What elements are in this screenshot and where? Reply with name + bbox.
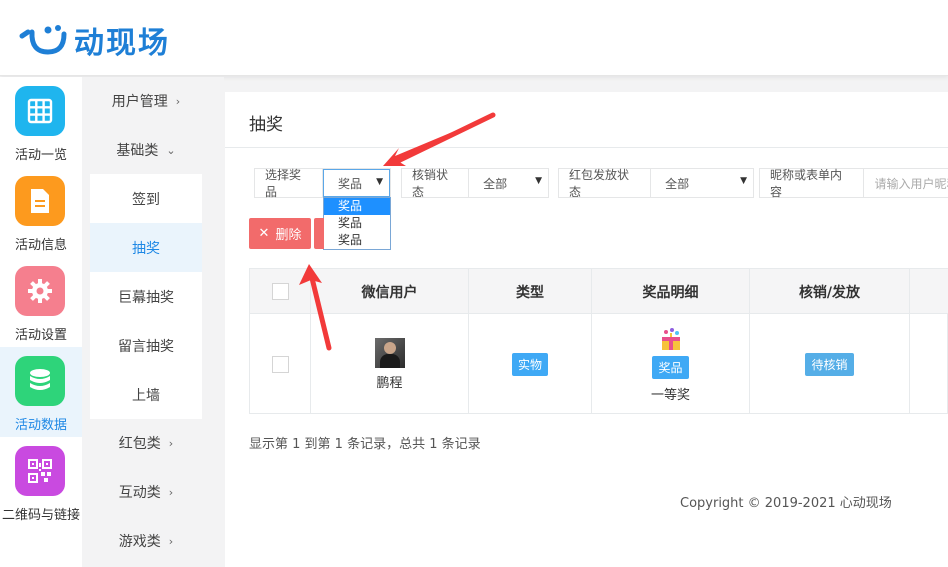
chevron-right-icon: › <box>175 94 181 108</box>
sub-item-user-mgmt[interactable]: 用户管理 › <box>90 77 202 125</box>
chevron-right-icon: › <box>168 436 174 450</box>
search-filter-label: 昵称或表单内容 <box>760 168 865 199</box>
divider <box>210 77 224 567</box>
prize-badge: 奖品 <box>652 355 689 379</box>
divider <box>225 147 948 148</box>
chevron-right-icon: › <box>168 485 174 499</box>
row-select-cell <box>250 314 311 414</box>
status-cell: 待核销 <box>750 314 910 414</box>
dropdown-option[interactable]: 奖品 <box>324 215 390 232</box>
nav-label: 活动设置 <box>14 328 67 343</box>
nav-item-activity-list[interactable]: 活动一览 <box>0 77 82 167</box>
user-name: 鹏程 <box>376 375 403 391</box>
column-header[interactable]: 奖品明细 <box>592 269 750 314</box>
sub-child-wall[interactable]: 上墙 <box>90 370 202 419</box>
sub-child-checkin[interactable]: 签到 <box>90 174 202 223</box>
user-cell: 鹏程 <box>311 314 469 414</box>
action-cell <box>910 314 948 414</box>
database-icon <box>15 356 65 406</box>
sub-item-label: 基础类 <box>116 143 159 159</box>
type-cell: 实物 <box>469 314 592 414</box>
left-nav: 活动一览 活动信息 活动设置 活动数据 二维码与链接 <box>0 77 82 567</box>
prize-select-value: 奖品 <box>337 176 362 191</box>
column-header <box>910 269 948 314</box>
redpacket-select-value: 全部 <box>665 176 690 191</box>
column-header[interactable]: 微信用户 <box>311 269 469 314</box>
sub-item-basic[interactable]: 基础类 ⌄ <box>90 126 202 174</box>
chevron-right-icon: › <box>168 534 174 548</box>
copyright: Copyright © 2019-2021 心动现场 <box>680 496 892 511</box>
sub-item-game[interactable]: 游戏类 › <box>90 517 202 565</box>
redpacket-select[interactable]: 全部 ▼ <box>651 169 753 197</box>
sub-item-label: 互动类 <box>118 485 161 501</box>
search-filter: 昵称或表单内容 请输入用户昵称 <box>759 168 948 199</box>
nav-label: 活动数据 <box>14 418 67 433</box>
sub-child-message-lottery[interactable]: 留言抽奖 <box>90 321 202 370</box>
logo[interactable]: 动现场 <box>18 18 170 62</box>
dropdown-option[interactable]: 奖品 <box>324 198 390 215</box>
avatar <box>374 337 405 368</box>
verify-filter-label: 核销状态 <box>402 168 470 199</box>
caret-down-icon: ▼ <box>740 176 747 186</box>
column-header[interactable]: 核销/发放 <box>750 269 910 314</box>
qrcode-icon <box>15 446 65 496</box>
row-checkbox[interactable] <box>271 355 289 373</box>
verify-filter: 核销状态 全部 ▼ <box>401 168 549 199</box>
prize-select[interactable]: 奖品 ▼ <box>322 169 390 197</box>
brand-name: 动现场 <box>74 26 170 61</box>
sub-item-label: 用户管理 <box>111 94 168 110</box>
chevron-down-icon: ⌄ <box>166 143 176 157</box>
search-input[interactable]: 请输入用户昵称 <box>864 169 948 197</box>
pagination-summary: 显示第 1 到第 1 条记录，总共 1 条记录 <box>249 437 481 452</box>
page-title: 抽奖 <box>249 115 283 135</box>
sub-nav: 用户管理 › 基础类 ⌄ 签到 抽奖 巨幕抽奖 留言抽奖 上墙 红包类 › 互动类 › … <box>82 77 210 567</box>
nav-item-activity-info[interactable]: 活动信息 <box>0 167 82 257</box>
main-panel: 抽奖 选择奖品 奖品 ▼ 奖品 奖品 奖品 核销状态 全部 ▼ 红包发放状态 全… <box>225 92 948 567</box>
nav-label: 二维码与链接 <box>1 508 80 523</box>
nav-item-qrcode-links[interactable]: 二维码与链接 <box>0 437 82 527</box>
caret-down-icon: ▼ <box>535 176 542 186</box>
sub-item-redpacket[interactable]: 红包类 › <box>90 419 202 467</box>
document-icon <box>15 176 65 226</box>
prize-filter-label: 选择奖品 <box>255 168 323 199</box>
caret-down-icon: ▼ <box>376 177 383 187</box>
nav-item-activity-settings[interactable]: 活动设置 <box>0 257 82 347</box>
redpacket-filter: 红包发放状态 全部 ▼ <box>558 168 754 199</box>
lottery-table: 微信用户 类型 奖品明细 核销/发放 鹏程 实物 奖品 一等奖 待核销 <box>249 268 948 414</box>
prize-dropdown: 奖品 奖品 奖品 <box>323 197 391 250</box>
secondary-button[interactable] <box>314 218 324 249</box>
grid-icon <box>15 86 65 136</box>
sub-item-label: 游戏类 <box>118 534 161 550</box>
sub-item-label: 红包类 <box>118 436 161 452</box>
column-header[interactable]: 类型 <box>469 269 592 314</box>
sub-child-bigscreen-lottery[interactable]: 巨幕抽奖 <box>90 272 202 321</box>
select-all-cell <box>250 269 311 314</box>
nav-label: 活动一览 <box>14 148 67 163</box>
nav-label: 活动信息 <box>14 238 67 253</box>
prize-name: 一等奖 <box>650 387 690 403</box>
select-all-checkbox[interactable] <box>271 283 289 300</box>
top-bar: 动现场 <box>0 0 948 76</box>
status-badge[interactable]: 待核销 <box>805 352 854 376</box>
close-icon: ✕ <box>258 226 270 241</box>
verify-select[interactable]: 全部 ▼ <box>469 169 548 197</box>
heart-logo-icon <box>19 25 67 55</box>
prize-gift-icon <box>661 327 680 350</box>
sub-child-lottery[interactable]: 抽奖 <box>90 223 202 272</box>
redpacket-filter-label: 红包发放状态 <box>559 168 652 199</box>
sub-item-interactive[interactable]: 互动类 › <box>90 468 202 516</box>
prize-filter: 选择奖品 奖品 ▼ <box>254 168 391 199</box>
delete-button-label: 删除 <box>275 228 302 243</box>
table-header: 微信用户 类型 奖品明细 核销/发放 <box>250 269 948 314</box>
verify-select-value: 全部 <box>483 176 508 191</box>
dropdown-option[interactable]: 奖品 <box>324 232 390 249</box>
delete-button[interactable]: ✕ 删除 <box>249 218 311 249</box>
nav-item-activity-data[interactable]: 活动数据 <box>0 347 82 437</box>
type-badge: 实物 <box>511 352 548 376</box>
gear-icon <box>15 266 65 316</box>
prize-cell: 奖品 一等奖 <box>592 314 750 414</box>
